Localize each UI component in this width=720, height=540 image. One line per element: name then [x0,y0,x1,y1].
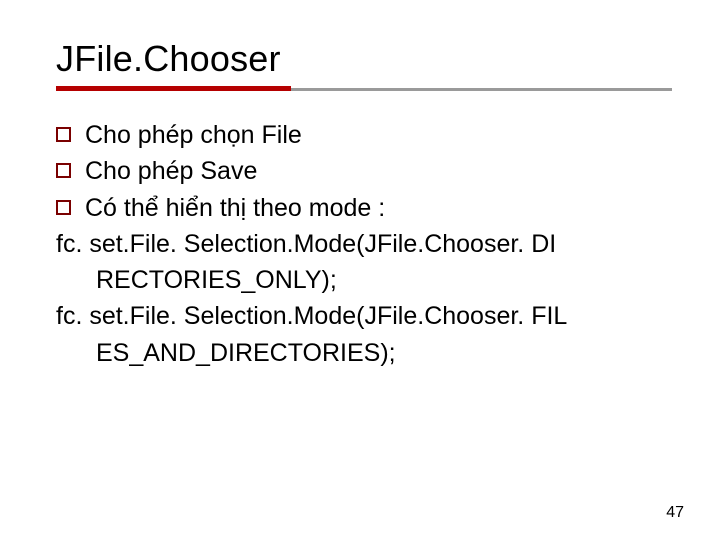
bullet-text: Có thể hiển thị theo mode : [85,190,672,226]
code-line: fc. set.File. Selection.Mode(JFile.Choos… [56,226,672,262]
rule-gray [291,88,672,91]
code-line: ES_AND_DIRECTORIES); [56,335,672,371]
code-line: RECTORIES_ONLY); [56,262,672,298]
code-line: fc. set.File. Selection.Mode(JFile.Choos… [56,298,672,334]
list-item: Có thể hiển thị theo mode : [56,190,672,226]
bullet-text: Cho phép Save [85,153,672,189]
list-item: Cho phép chọn File [56,117,672,153]
checkbox-icon [56,127,71,142]
bullet-text: Cho phép chọn File [85,117,672,153]
slide: JFile.Chooser Cho phép chọn File Cho phé… [0,0,720,540]
title-rule [56,86,672,91]
page-title: JFile.Chooser [56,38,672,80]
list-item: Cho phép Save [56,153,672,189]
content-block: Cho phép chọn File Cho phép Save Có thể … [56,117,672,371]
page-number: 47 [666,504,684,522]
checkbox-icon [56,200,71,215]
checkbox-icon [56,163,71,178]
rule-accent [56,86,291,91]
